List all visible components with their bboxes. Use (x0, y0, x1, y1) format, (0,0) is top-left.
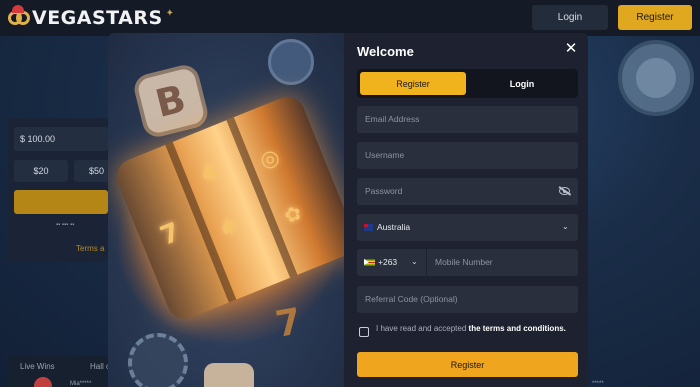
phone-code-value: +263 (378, 257, 398, 267)
password-placeholder: Password (365, 186, 403, 196)
background-chip-50[interactable]: $50 (74, 160, 108, 182)
email-field[interactable]: Email Address (357, 106, 578, 133)
eye-slash-icon[interactable] (559, 187, 570, 195)
background-winner-name: Mia***** (70, 381, 92, 387)
password-field[interactable]: Password (357, 178, 578, 205)
logo-star-icon: ✦ (165, 7, 175, 19)
background-wins-bar (8, 356, 108, 387)
background-chip-20[interactable]: $20 (14, 160, 68, 182)
email-placeholder: Email Address (365, 114, 420, 124)
background-tab-live-wins[interactable]: Live Wins (20, 362, 55, 371)
art-chip (128, 333, 188, 387)
header-login-button[interactable]: Login (532, 5, 608, 30)
country-select[interactable]: Australia ⌄ (357, 214, 578, 241)
background-winner-name-right: ***** (592, 381, 604, 387)
tab-register[interactable]: Register (360, 72, 466, 95)
logo-text: VEGASTARS (32, 7, 163, 29)
terms-prefix: I have read and accepted (376, 324, 467, 333)
mobile-placeholder: Mobile Number (435, 257, 493, 267)
art-card (204, 363, 254, 387)
art-coin (268, 39, 314, 85)
mobile-number-field[interactable]: Mobile Number (427, 249, 578, 276)
referral-placeholder: Referral Code (Optional) (365, 294, 458, 304)
logo-icon (8, 5, 30, 29)
background-coin-image (618, 40, 694, 116)
register-form: Welcome ✕ Register Login Email Address U… (344, 33, 588, 387)
background-deposit-button[interactable] (14, 190, 108, 214)
auth-tabs: Register Login (357, 69, 578, 98)
zimbabwe-flag-icon (364, 259, 375, 266)
tab-login[interactable]: Login (469, 72, 575, 95)
art-letter-tile: B (131, 61, 211, 141)
background-terms-link[interactable]: Terms a (76, 244, 104, 253)
header-register-button[interactable]: Register (618, 5, 692, 30)
chevron-down-icon: ⌄ (411, 257, 418, 266)
username-field[interactable]: Username (357, 142, 578, 169)
terms-agreement: I have read and accepted the terms and c… (357, 323, 578, 347)
referral-code-field[interactable]: Referral Code (Optional) (357, 286, 578, 313)
modal-title: Welcome (357, 44, 414, 59)
register-submit-button[interactable]: Register (357, 352, 578, 377)
close-icon[interactable]: ✕ (564, 41, 578, 56)
phone-input-group: +263 ⌄ Mobile Number (357, 249, 578, 276)
top-navigation-bar: VEGASTARS ✦ Login Register (0, 0, 700, 36)
country-value: Australia (377, 222, 411, 232)
register-modal: B ♠ ◎ ♠ 7 ✿ 7 Welcome ✕ Register Login E… (108, 33, 588, 387)
australia-flag-icon (364, 224, 373, 231)
background-payment-logos: ▪▪ ▪▪▪ ▪▪ (56, 222, 75, 228)
terms-text: I have read and accepted the terms and c… (376, 323, 576, 334)
terms-link[interactable]: the terms and conditions. (469, 324, 566, 333)
username-placeholder: Username (365, 150, 405, 160)
phone-code-select[interactable]: +263 ⌄ (357, 249, 426, 276)
site-logo[interactable]: VEGASTARS ✦ (8, 5, 175, 29)
modal-promo-artwork: B ♠ ◎ ♠ 7 ✿ 7 (108, 33, 344, 387)
chevron-down-icon: ⌄ (562, 222, 569, 231)
background-amount-input[interactable]: $ 100.00 (14, 127, 108, 151)
terms-checkbox[interactable] (359, 327, 369, 337)
